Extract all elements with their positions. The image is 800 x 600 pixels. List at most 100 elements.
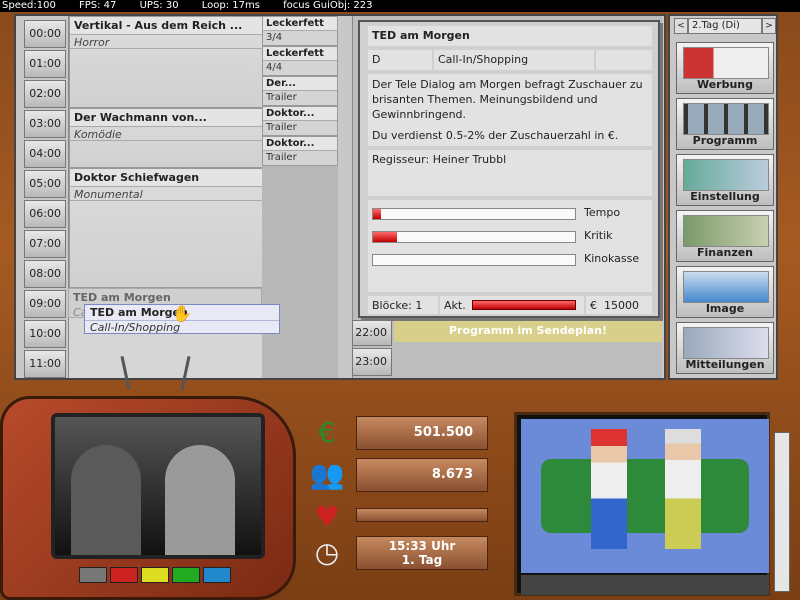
hour-slot[interactable]: 23:00 (352, 348, 392, 376)
card-rating: D (368, 50, 432, 70)
sofa (541, 459, 749, 533)
programme-block[interactable]: Doktor Schiefwagen Monumental (69, 168, 263, 288)
programme-genre: Horror (70, 35, 262, 49)
tv-body (0, 396, 296, 600)
channel-button[interactable] (79, 567, 107, 583)
room-props (521, 575, 769, 595)
channel-button[interactable] (110, 567, 138, 583)
euro-icon: € (590, 298, 597, 312)
kritik-bar-fill (373, 232, 398, 242)
ad-block[interactable]: Der... Trailer (262, 76, 338, 106)
audience-icon: 👥 (309, 458, 345, 491)
programme-info-card: TED am Morgen D Call-In/Shopping Der Tel… (358, 20, 660, 318)
hour-slot[interactable]: 03:00 (24, 110, 66, 138)
card-meta-row: D Call-In/Shopping (368, 50, 652, 70)
image-chart-icon (683, 271, 769, 303)
card-footer: Blöcke: 1 Akt. € 15000 (368, 296, 652, 314)
clock-icon: ◷ (314, 536, 340, 569)
kritik-row: Kritik (372, 229, 648, 245)
tempo-row: Tempo (372, 206, 648, 222)
werbung-button[interactable]: Werbung (676, 42, 774, 94)
ad-title: Der... (263, 77, 337, 91)
programme-block[interactable]: Der Wachmann von... Komödie (69, 108, 263, 168)
ad-title: Leckerfett (263, 47, 337, 61)
programm-label: Programm (692, 134, 758, 147)
card-blocks: Blöcke: 1 (368, 296, 438, 314)
channel-button[interactable] (172, 567, 200, 583)
film-icon (683, 103, 769, 135)
prev-day-button[interactable]: < (674, 18, 688, 34)
card-title: TED am Morgen (368, 26, 652, 46)
programme-title: Doktor Schiefwagen (70, 169, 262, 187)
ad-sub: 4/4 (266, 62, 283, 73)
finanzen-label: Finanzen (696, 246, 754, 259)
card-director: Regisseur: Heiner Trubbl (368, 150, 652, 196)
topicality-bar (471, 300, 576, 310)
hour-slot[interactable]: 09:00 (24, 290, 66, 318)
room-view (514, 412, 770, 596)
next-day-button[interactable]: > (762, 18, 776, 34)
price-value: 15000 (604, 298, 639, 312)
finanzen-button[interactable]: Finanzen (676, 210, 774, 262)
kinokasse-row: Kinokasse (372, 252, 648, 268)
money-icon (683, 215, 769, 247)
debug-bar: Speed:100 FPS: 47 UPS: 30 Loop: 17ms foc… (0, 0, 800, 12)
hour-slot[interactable]: 06:00 (24, 200, 66, 228)
tempo-label: Tempo (584, 206, 621, 219)
current-day-label: 2.Tag (Di) (688, 18, 762, 34)
hour-slot[interactable]: 11:00 (24, 350, 66, 378)
tempo-bar-fill (373, 209, 382, 219)
image-display (356, 508, 488, 522)
ad-sub: Trailer (266, 122, 297, 133)
status-message: Programm im Sendeplan! (394, 320, 662, 342)
hour-slot[interactable]: 10:00 (24, 320, 66, 348)
programme-genre: Komödie (70, 127, 262, 141)
card-empty-cell (596, 50, 652, 70)
hour-slot[interactable]: 05:00 (24, 170, 66, 198)
ad-block[interactable]: Doktor... Trailer (262, 106, 338, 136)
viewer-figure (665, 429, 701, 549)
ad-title: Leckerfett (263, 17, 337, 31)
ad-block[interactable]: Leckerfett 3/4 (262, 16, 338, 46)
settings-icon (683, 159, 769, 191)
programme-block[interactable]: Vertikal - Aus dem Reich ... Horror (69, 16, 263, 108)
hour-slot[interactable]: 08:00 (24, 260, 66, 288)
mitteilungen-button[interactable]: Mitteilungen (676, 322, 774, 374)
audience-display: 8.673 (356, 458, 488, 492)
ad-block[interactable]: Leckerfett 4/4 (262, 46, 338, 76)
card-earnings-text: Du verdienst 0.5-2% der Zuschauerzahl in… (372, 129, 619, 142)
day-value: 1. Tag (401, 553, 443, 567)
ad-sub: 3/4 (266, 32, 283, 43)
kinokasse-label: Kinokasse (584, 252, 640, 265)
debug-loop: Loop: 17ms (201, 0, 260, 11)
card-description-text: Der Tele Dialog am Morgen befragt Zuscha… (372, 78, 643, 121)
hour-slot[interactable]: 07:00 (24, 230, 66, 258)
einstellung-button[interactable]: Einstellung (676, 154, 774, 206)
mitteilungen-label: Mitteilungen (685, 358, 765, 371)
hour-slot[interactable]: 01:00 (24, 50, 66, 78)
programm-button[interactable]: Programm (676, 98, 774, 150)
hour-slot[interactable]: 02:00 (24, 80, 66, 108)
kritik-bar (372, 231, 576, 243)
debug-fps: FPS: 47 (79, 0, 117, 11)
hour-slot[interactable]: 00:00 (24, 20, 66, 48)
programme-genre: Monumental (70, 187, 262, 201)
ad-block[interactable]: Doktor... Trailer (262, 136, 338, 166)
image-button[interactable]: Image (676, 266, 774, 318)
day-navigation: < 2.Tag (Di) > (674, 18, 776, 34)
channel-button[interactable] (203, 567, 231, 583)
hour-slot[interactable]: 22:00 (352, 320, 392, 346)
kinokasse-bar (372, 254, 576, 266)
tv-person (71, 445, 141, 555)
ad-title: Doktor... (263, 107, 337, 121)
hour-slot[interactable]: 04:00 (24, 140, 66, 168)
kritik-label: Kritik (584, 229, 613, 242)
ad-sub: Trailer (266, 152, 297, 163)
viewer-figure (591, 429, 627, 549)
channel-button[interactable] (141, 567, 169, 583)
room-scrollbar[interactable] (774, 432, 790, 592)
tv-screen (51, 413, 265, 559)
heart-icon: ♥ (314, 500, 340, 533)
hand-cursor-icon: ✋ (172, 304, 192, 323)
debug-ups: UPS: 30 (139, 0, 179, 11)
